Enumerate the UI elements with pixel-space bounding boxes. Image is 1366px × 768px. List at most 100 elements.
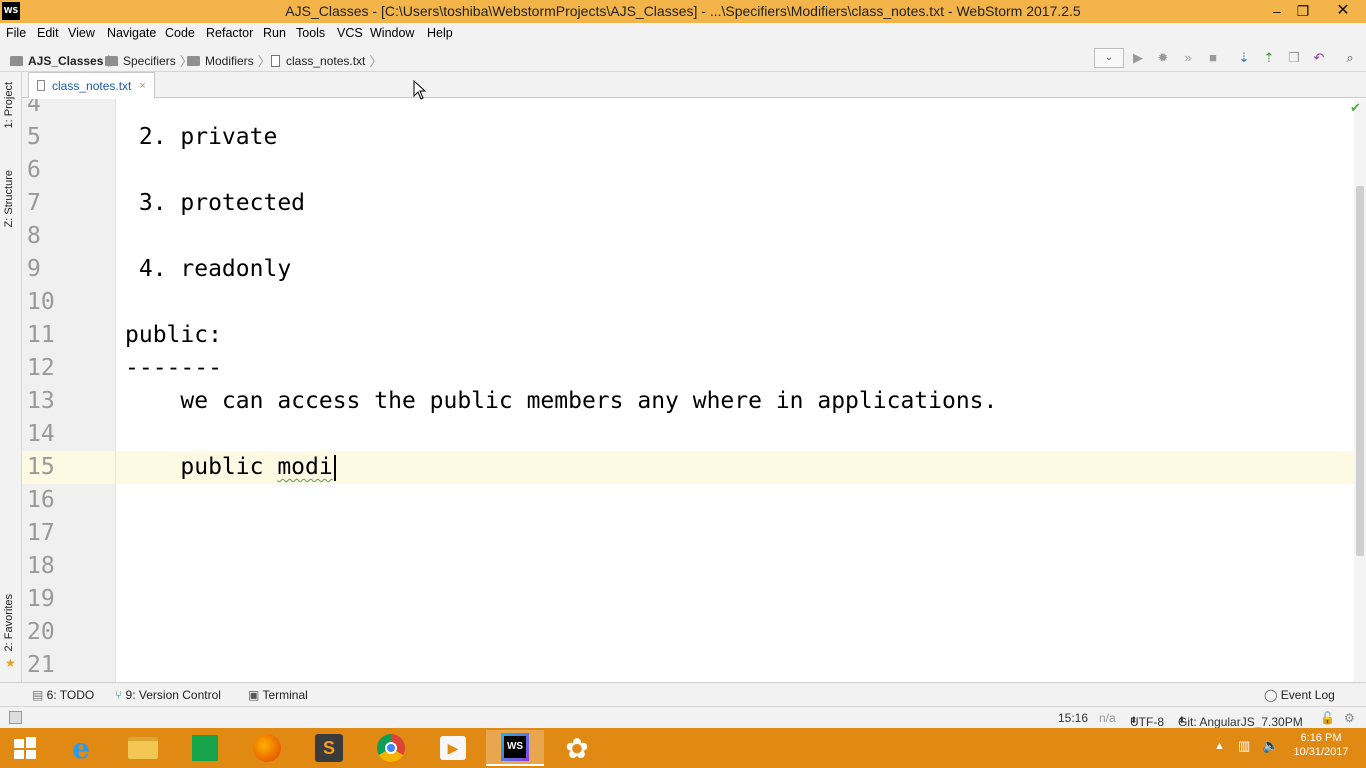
breadcrumb-label: class_notes.txt: [286, 53, 366, 68]
vcs-commit-icon[interactable]: ⇡: [1259, 48, 1279, 68]
code-line[interactable]: [116, 484, 1354, 517]
stop-icon[interactable]: ■: [1203, 48, 1223, 68]
breadcrumb-specifiers[interactable]: Specifiers〉: [105, 51, 193, 70]
clock[interactable]: 6:16 PM 10/31/2017: [1288, 732, 1354, 758]
todo-tool-button[interactable]: ▤ 6: TODO: [32, 688, 94, 702]
code-line[interactable]: -------: [116, 352, 1354, 385]
code-line[interactable]: [116, 220, 1354, 253]
breadcrumb-file[interactable]: class_notes.txt 〉: [271, 51, 382, 70]
menu-refactor[interactable]: Refactor: [206, 26, 253, 40]
firefox-icon[interactable]: [238, 730, 296, 766]
line-number: 18: [27, 553, 55, 579]
structure-tool-tab[interactable]: Z: Structure: [3, 170, 15, 227]
menu-run[interactable]: Run: [263, 26, 286, 40]
menu-tools[interactable]: Tools: [296, 26, 325, 40]
chevron-right-icon: 〉: [369, 54, 383, 69]
menu-vcs[interactable]: VCS: [337, 26, 363, 40]
inspection-ok-icon[interactable]: ✔: [1350, 100, 1361, 116]
line-number: 8: [27, 223, 41, 249]
media-player-icon[interactable]: ▶: [424, 730, 482, 766]
code-line[interactable]: we can access the public members any whe…: [116, 385, 1354, 418]
run-icon[interactable]: ▶: [1128, 48, 1148, 68]
text-file-icon: [271, 54, 280, 67]
close-tab-icon[interactable]: ×: [139, 80, 145, 92]
restore-button[interactable]: ❐: [1288, 0, 1318, 23]
tool-windows-toggle-icon[interactable]: [9, 711, 22, 724]
code-line[interactable]: [116, 99, 1354, 121]
breadcrumb-project[interactable]: AJS_Classes〉: [10, 51, 120, 70]
line-number: 14: [27, 421, 55, 447]
chrome-icon[interactable]: [362, 730, 420, 766]
close-button[interactable]: ✕: [1320, 0, 1366, 23]
updown-icon: ⬍: [1130, 715, 1138, 725]
menu-file[interactable]: File: [6, 26, 26, 40]
tool-window-bar: ▤ 6: TODO ⑂ 9: Version Control ▣ Termina…: [0, 682, 1366, 706]
caret-position[interactable]: 15:16: [1058, 711, 1088, 725]
menu-help[interactable]: Help: [427, 26, 453, 40]
show-hidden-icons[interactable]: ▲: [1214, 740, 1225, 752]
file-explorer-icon[interactable]: [114, 730, 172, 766]
mouse-cursor-icon: [413, 80, 427, 100]
code-line[interactable]: [116, 550, 1354, 583]
code-line[interactable]: [116, 418, 1354, 451]
code-line[interactable]: 2. private: [116, 121, 1354, 154]
code-line[interactable]: [116, 517, 1354, 550]
search-icon[interactable]: ⌕: [1340, 48, 1360, 68]
code-line-current[interactable]: public modi: [116, 451, 1354, 484]
favorites-tool-tab[interactable]: 2: Favorites: [3, 594, 15, 651]
menu-code[interactable]: Code: [165, 26, 195, 40]
internet-explorer-icon[interactable]: e: [52, 730, 110, 766]
menu-window[interactable]: Window: [370, 26, 414, 40]
code-line[interactable]: [116, 154, 1354, 187]
event-log-button[interactable]: ◯ Event Log: [1264, 688, 1335, 702]
line-number: 7: [27, 190, 41, 216]
terminal-tool-button[interactable]: ▣ Terminal: [248, 688, 308, 702]
chevron-right-icon: 〉: [257, 54, 271, 69]
network-icon[interactable]: ▥: [1238, 738, 1250, 754]
line-number: 4: [27, 99, 41, 117]
line-number: 12: [27, 355, 55, 381]
webstorm-taskbar-icon[interactable]: WS: [486, 730, 544, 766]
code-line[interactable]: [116, 649, 1354, 682]
run-config-dropdown[interactable]: ⌄: [1094, 48, 1124, 68]
code-line[interactable]: public:: [116, 319, 1354, 352]
git-branch-label: Git: AngularJS_7.30PM: [1178, 715, 1303, 729]
windows-start-icon[interactable]: [0, 730, 50, 766]
menu-view[interactable]: View: [68, 26, 95, 40]
vcs-update-icon[interactable]: ⇣: [1234, 48, 1254, 68]
code-line[interactable]: [116, 616, 1354, 649]
code-editor[interactable]: 2. private 3. protected 4. readonly publ…: [116, 99, 1354, 682]
line-number: 11: [27, 322, 55, 348]
menu-navigate[interactable]: Navigate: [107, 26, 156, 40]
inspector-icon[interactable]: ⚙: [1344, 711, 1355, 725]
breadcrumb-modifiers[interactable]: Modifiers 〉: [187, 51, 271, 70]
debug-icon[interactable]: ✹: [1153, 48, 1173, 68]
lock-icon[interactable]: 🔓: [1320, 711, 1335, 725]
menu-edit[interactable]: Edit: [37, 26, 59, 40]
left-tool-strip: 1: Project Z: Structure 2: Favorites ★: [0, 72, 22, 682]
editor-scrollbar-thumb[interactable]: [1356, 186, 1364, 556]
coverage-icon[interactable]: »: [1178, 48, 1198, 68]
volume-icon[interactable]: 🔈: [1262, 737, 1279, 754]
folder-icon: [10, 55, 23, 66]
typo-squiggle-text: modi: [277, 454, 333, 480]
line-number: 19: [27, 586, 55, 612]
tab-class-notes[interactable]: class_notes.txt ×: [28, 72, 155, 98]
sublime-text-icon[interactable]: S: [300, 730, 358, 766]
code-line[interactable]: [116, 286, 1354, 319]
editor-tab-bar: class_notes.txt ×: [22, 72, 1366, 98]
window-title: AJS_Classes - [C:\Users\toshiba\Webstorm…: [285, 3, 1081, 19]
revert-icon[interactable]: ↶: [1309, 48, 1329, 68]
todo-label: 6: TODO: [46, 688, 95, 702]
flower-app-icon[interactable]: ✿: [548, 730, 606, 766]
code-line[interactable]: 3. protected: [116, 187, 1354, 220]
code-line[interactable]: [116, 583, 1354, 616]
line-number: 5: [27, 124, 41, 150]
version-control-tool-button[interactable]: ⑂ 9: Version Control: [115, 688, 221, 702]
todo-icon: ▤: [32, 688, 47, 702]
vcs-compare-icon[interactable]: ❐: [1284, 48, 1304, 68]
project-tool-tab[interactable]: 1: Project: [3, 82, 15, 128]
code-line[interactable]: 4. readonly: [116, 253, 1354, 286]
line-number: 10: [27, 289, 55, 315]
store-icon[interactable]: [176, 730, 234, 766]
